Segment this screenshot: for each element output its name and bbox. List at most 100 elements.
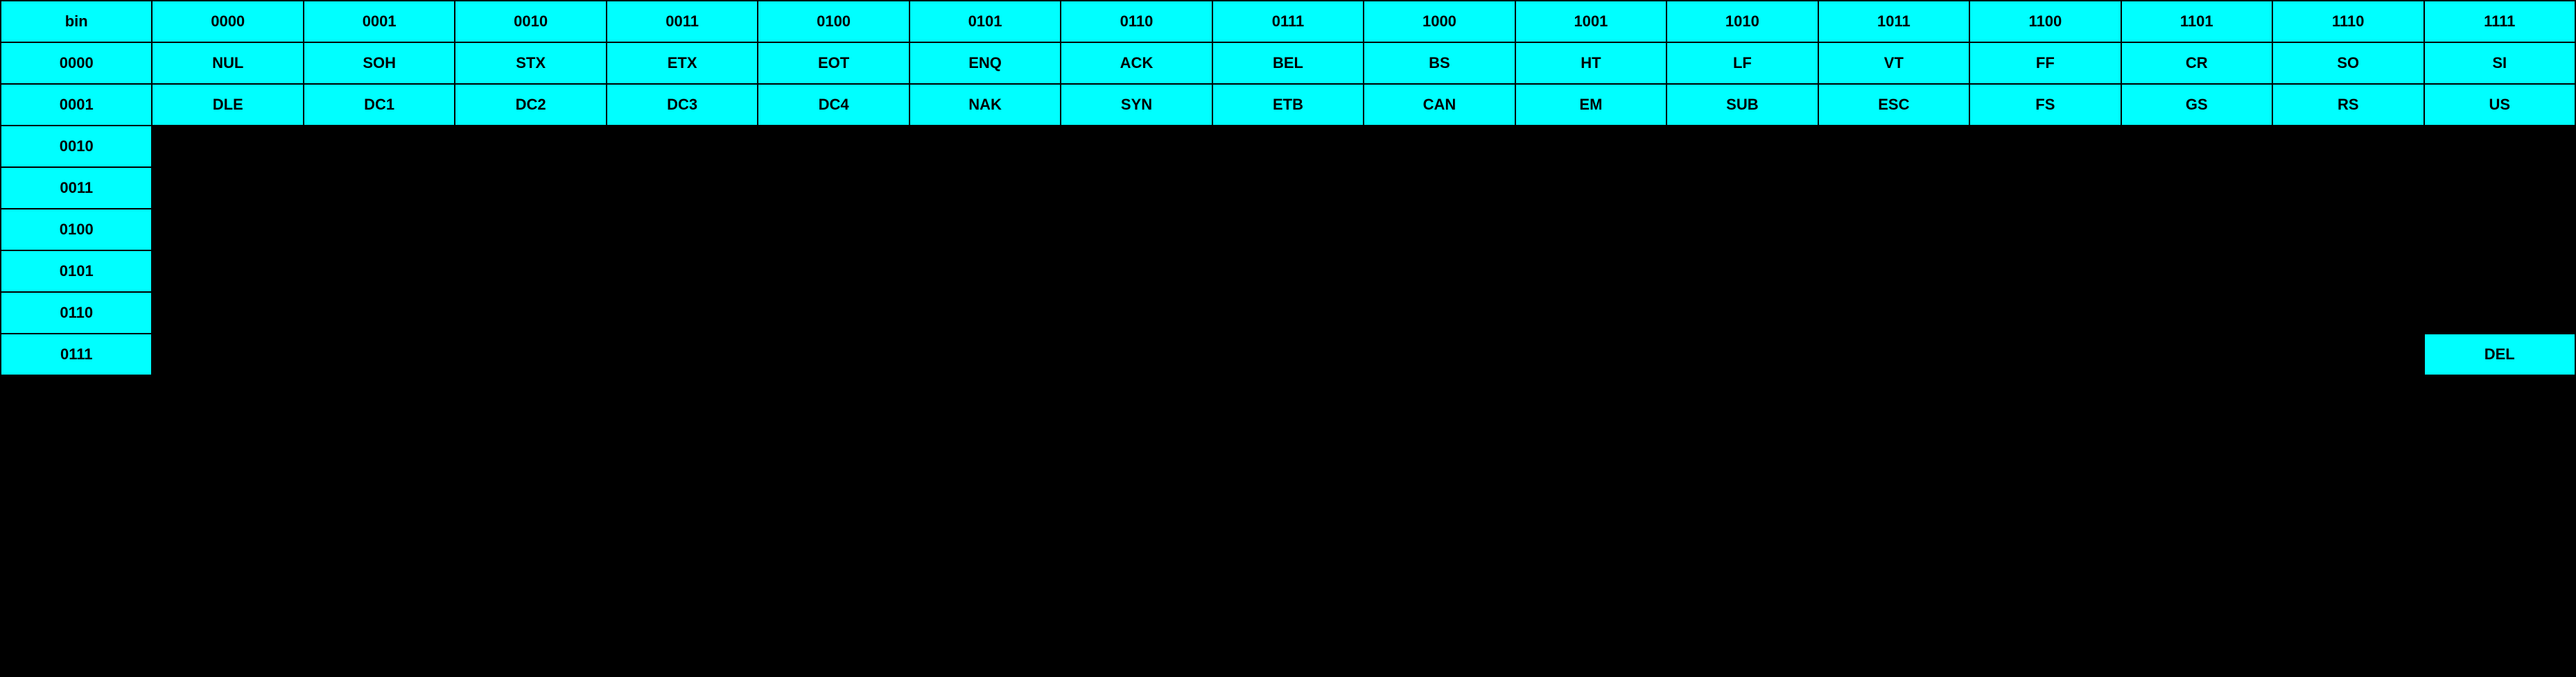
cell-0111-1100: [1969, 334, 2121, 375]
row-header-0110: 0110: [1, 292, 152, 334]
cell-0000-1010: LF: [1666, 42, 1818, 84]
row-header-0010: 0010: [1, 126, 152, 167]
cell-0101-1111: [2424, 250, 2576, 292]
column-header-1101: 1101: [2121, 1, 2272, 42]
table-row: 0111 DEL: [1, 334, 2575, 375]
cell-0101-0100: [758, 250, 909, 292]
cell-0000-1100: FF: [1969, 42, 2121, 84]
cell-0001-1000: CAN: [1364, 84, 1515, 126]
cell-0100-0010: [455, 209, 606, 250]
cell-0111-0100: [758, 334, 909, 375]
cell-0010-0000: [152, 126, 303, 167]
cell-0111-0101: [910, 334, 1061, 375]
cell-0001-0000: DLE: [152, 84, 303, 126]
cell-0110-1100: [1969, 292, 2121, 334]
cell-0010-1000: [1364, 126, 1515, 167]
table-row: 0010: [1, 126, 2575, 167]
cell-0001-0111: ETB: [1212, 84, 1364, 126]
cell-0110-1111: [2424, 292, 2576, 334]
row-header-0101: 0101: [1, 250, 152, 292]
cell-0010-0111: [1212, 126, 1364, 167]
cell-0010-1100: [1969, 126, 2121, 167]
table-row: 0000NULSOHSTXETXEOTENQACKBELBSHTLFVTFFCR…: [1, 42, 2575, 84]
cell-0110-1011: [1818, 292, 1969, 334]
cell-0000-0001: SOH: [304, 42, 455, 84]
column-header-0001: 0001: [304, 1, 455, 42]
cell-0010-1010: [1666, 126, 1818, 167]
table-row: 0110: [1, 292, 2575, 334]
cell-0100-0101: [910, 209, 1061, 250]
column-header-0000: 0000: [152, 1, 303, 42]
cell-0001-0010: DC2: [455, 84, 606, 126]
cell-0011-1011: [1818, 167, 1969, 209]
cell-0000-0101: ENQ: [910, 42, 1061, 84]
cell-0100-1100: [1969, 209, 2121, 250]
cell-0111-0111: [1212, 334, 1364, 375]
cell-0101-1010: [1666, 250, 1818, 292]
cell-0001-1101: GS: [2121, 84, 2272, 126]
cell-0101-0010: [455, 250, 606, 292]
cell-0001-0110: SYN: [1061, 84, 1212, 126]
cell-0001-1010: SUB: [1666, 84, 1818, 126]
cell-0011-0000: [152, 167, 303, 209]
table-row: 0100: [1, 209, 2575, 250]
cell-0000-0000: NUL: [152, 42, 303, 84]
cell-0001-0001: DC1: [304, 84, 455, 126]
cell-0100-1011: [1818, 209, 1969, 250]
cell-0110-0110: [1061, 292, 1212, 334]
cell-0001-1011: ESC: [1818, 84, 1969, 126]
cell-0011-0011: [607, 167, 758, 209]
column-header-0111: 0111: [1212, 1, 1364, 42]
column-header-0110: 0110: [1061, 1, 1212, 42]
cell-0011-0100: [758, 167, 909, 209]
cell-0100-1111: [2424, 209, 2576, 250]
cell-0000-1110: SO: [2272, 42, 2423, 84]
cell-0110-0101: [910, 292, 1061, 334]
cell-0111-0011: [607, 334, 758, 375]
cell-0101-1011: [1818, 250, 1969, 292]
cell-0000-0100: EOT: [758, 42, 909, 84]
cell-0101-1001: [1515, 250, 1666, 292]
cell-0100-0100: [758, 209, 909, 250]
cell-0011-1001: [1515, 167, 1666, 209]
row-header-0100: 0100: [1, 209, 152, 250]
cell-0111-1111: DEL: [2424, 334, 2576, 375]
cell-0110-1010: [1666, 292, 1818, 334]
cell-0011-0111: [1212, 167, 1364, 209]
cell-0011-1101: [2121, 167, 2272, 209]
cell-0101-1100: [1969, 250, 2121, 292]
cell-0010-0101: [910, 126, 1061, 167]
cell-0111-1000: [1364, 334, 1515, 375]
cell-0000-1101: CR: [2121, 42, 2272, 84]
cell-0111-1010: [1666, 334, 1818, 375]
cell-0100-0001: [304, 209, 455, 250]
cell-0110-0010: [455, 292, 606, 334]
cell-0110-0000: [152, 292, 303, 334]
cell-0100-1001: [1515, 209, 1666, 250]
cell-0101-0101: [910, 250, 1061, 292]
cell-0011-0101: [910, 167, 1061, 209]
table-header-row: bin0000000100100011010001010110011110001…: [1, 1, 2575, 42]
cell-0000-1111: SI: [2424, 42, 2576, 84]
column-header-1000: 1000: [1364, 1, 1515, 42]
column-header-0100: 0100: [758, 1, 909, 42]
cell-0001-1111: US: [2424, 84, 2576, 126]
cell-0111-0110: [1061, 334, 1212, 375]
cell-0011-1000: [1364, 167, 1515, 209]
cell-0101-0110: [1061, 250, 1212, 292]
cell-0111-1001: [1515, 334, 1666, 375]
row-header-0000: 0000: [1, 42, 152, 84]
cell-0101-0001: [304, 250, 455, 292]
cell-0001-0101: NAK: [910, 84, 1061, 126]
row-header-0111: 0111: [1, 334, 152, 375]
cell-0011-1110: [2272, 167, 2423, 209]
column-header-1111: 1111: [2424, 1, 2576, 42]
cell-0110-1101: [2121, 292, 2272, 334]
column-header-1100: 1100: [1969, 1, 2121, 42]
column-header-1001: 1001: [1515, 1, 1666, 42]
column-header-1010: 1010: [1666, 1, 1818, 42]
cell-0010-0010: [455, 126, 606, 167]
cell-0111-1011: [1818, 334, 1969, 375]
cell-0100-0011: [607, 209, 758, 250]
cell-0110-0001: [304, 292, 455, 334]
